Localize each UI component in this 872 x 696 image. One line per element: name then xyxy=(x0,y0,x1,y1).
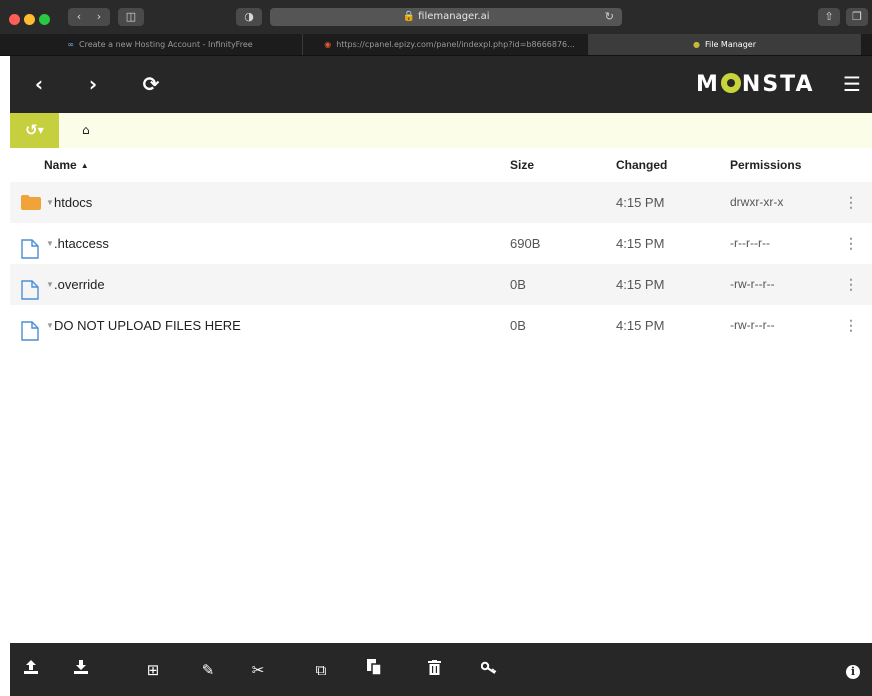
download-icon[interactable] xyxy=(70,659,92,681)
forward-arrow-icon[interactable]: › xyxy=(79,70,107,98)
monsta-logo: M NSTA xyxy=(696,72,815,97)
browser-tab-strip: ∞ Create a new Hosting Account - Infinity… xyxy=(0,34,872,56)
delete-icon[interactable] xyxy=(423,659,445,681)
infinityfree-icon: ∞ xyxy=(67,40,74,49)
breadcrumb: ↺▼ ⌂ xyxy=(10,113,872,149)
file-icon xyxy=(21,234,41,259)
file-icon xyxy=(21,316,41,341)
privacy-shield-icon[interactable]: ◑ xyxy=(236,8,262,26)
browser-nav-buttons: ‹ › xyxy=(68,8,110,26)
file-name[interactable]: htdocs xyxy=(54,182,92,223)
file-name[interactable]: .htaccess xyxy=(54,223,109,264)
back-arrow-icon[interactable]: ‹ xyxy=(25,70,53,98)
refresh-icon[interactable]: ⟳ xyxy=(137,70,165,98)
logo-eye-icon xyxy=(720,73,741,93)
history-icon: ↺ xyxy=(25,121,38,139)
file-permissions: -r--r--r-- xyxy=(730,236,770,250)
tab-label: File Manager xyxy=(704,40,756,49)
action-toolbar: ⊞ ✎ ✂ ⧉ i xyxy=(10,643,872,696)
edit-icon[interactable]: ✎ xyxy=(197,659,219,681)
info-icon[interactable]: i xyxy=(842,659,864,681)
chevron-down-icon[interactable]: ▼ xyxy=(46,264,54,305)
more-options-icon[interactable]: ⋮ xyxy=(844,223,858,264)
copy-icon[interactable]: ⧉ xyxy=(310,659,332,681)
sidebar-toggle-icon[interactable]: ◫ xyxy=(118,8,144,26)
column-header-name[interactable]: Name ▲ xyxy=(44,148,89,183)
tab-label: Create a new Hosting Account - InfinityF… xyxy=(79,40,253,49)
file-changed: 4:15 PM xyxy=(616,195,665,210)
folder-icon xyxy=(21,193,41,213)
file-table-header: Name ▲ Size Changed Permissions xyxy=(10,148,872,183)
file-manager-app: ‹ › ⟳ M NSTA ☰ ↺▼ ⌂ Name ▲ Size Changed Pe… xyxy=(10,56,872,696)
upload-icon[interactable] xyxy=(20,659,42,681)
more-options-icon[interactable]: ⋮ xyxy=(844,182,858,223)
tab-overview-icon[interactable]: ❐ xyxy=(846,8,868,26)
tab-label: https://cpanel.epizy.com/panel/indexpl.p… xyxy=(336,40,575,49)
column-header-changed[interactable]: Changed xyxy=(616,148,667,182)
page-reload-icon[interactable]: ↻ xyxy=(605,8,614,26)
column-header-permissions[interactable]: Permissions xyxy=(730,148,801,182)
file-changed: 4:15 PM xyxy=(616,236,665,251)
chevron-down-icon[interactable]: ▼ xyxy=(46,305,54,346)
browser-tab-file-manager[interactable]: ● File Manager xyxy=(589,34,861,55)
file-changed: 4:15 PM xyxy=(616,318,665,333)
paste-icon[interactable] xyxy=(363,659,385,681)
file-permissions: -rw-r--r-- xyxy=(730,318,775,332)
hamburger-menu-icon[interactable]: ☰ xyxy=(838,70,866,98)
file-changed: 4:15 PM xyxy=(616,277,665,292)
browser-forward-icon[interactable]: › xyxy=(89,8,109,26)
table-row[interactable]: ▼ .override 0B 4:15 PM -rw-r--r-- ⋮ xyxy=(10,264,872,305)
file-size: 0B xyxy=(510,318,526,333)
cut-icon[interactable]: ✂ xyxy=(247,659,269,681)
browser-back-icon[interactable]: ‹ xyxy=(69,8,89,26)
new-item-icon[interactable]: ⊞ xyxy=(142,659,164,681)
table-row[interactable]: ▼ DO NOT UPLOAD FILES HERE 0B 4:15 PM -r… xyxy=(10,305,872,346)
browser-tab-infinityfree[interactable]: ∞ Create a new Hosting Account - Infinity… xyxy=(10,34,303,55)
column-header-name-label: Name xyxy=(44,158,77,172)
file-size: 0B xyxy=(510,277,526,292)
minimize-window-button[interactable] xyxy=(24,14,35,25)
app-header: ‹ › ⟳ M NSTA ☰ xyxy=(10,56,872,113)
file-name[interactable]: .override xyxy=(54,264,105,305)
chevron-down-icon[interactable]: ▼ xyxy=(46,182,54,223)
column-header-size[interactable]: Size xyxy=(510,148,534,182)
table-row[interactable]: ▼ .htaccess 690B 4:15 PM -r--r--r-- ⋮ xyxy=(10,223,872,264)
share-icon[interactable]: ⇧ xyxy=(818,8,840,26)
file-name[interactable]: DO NOT UPLOAD FILES HERE xyxy=(54,305,241,346)
file-permissions: drwxr-xr-x xyxy=(730,195,784,209)
history-button[interactable]: ↺▼ xyxy=(10,113,59,148)
cpanel-icon: ◉ xyxy=(324,40,332,49)
more-options-icon[interactable]: ⋮ xyxy=(844,264,858,305)
file-icon xyxy=(21,275,41,300)
lock-icon: 🔒 xyxy=(402,11,415,22)
permissions-key-icon[interactable] xyxy=(478,659,500,681)
chevron-down-icon: ▼ xyxy=(37,126,44,135)
file-permissions: -rw-r--r-- xyxy=(730,277,775,291)
more-options-icon[interactable]: ⋮ xyxy=(844,305,858,346)
file-size: 690B xyxy=(510,236,541,251)
browser-tab-cpanel[interactable]: ◉ https://cpanel.epizy.com/panel/indexpl.… xyxy=(303,34,589,55)
sort-ascending-icon: ▲ xyxy=(80,161,89,170)
home-icon[interactable]: ⌂ xyxy=(82,113,90,148)
address-bar[interactable]: 🔒 filemanager.ai ↻ xyxy=(270,8,622,26)
chevron-down-icon[interactable]: ▼ xyxy=(46,223,54,264)
address-bar-url: filemanager.ai xyxy=(418,11,490,22)
close-window-button[interactable] xyxy=(9,14,20,25)
zoom-window-button[interactable] xyxy=(39,14,50,25)
browser-titlebar: ‹ › ◫ ◑ 🔒 filemanager.ai ↻ ⇧ ❐ xyxy=(0,0,872,35)
monsta-icon: ● xyxy=(693,40,700,49)
table-row[interactable]: ▼ htdocs 4:15 PM drwxr-xr-x ⋮ xyxy=(10,182,872,223)
